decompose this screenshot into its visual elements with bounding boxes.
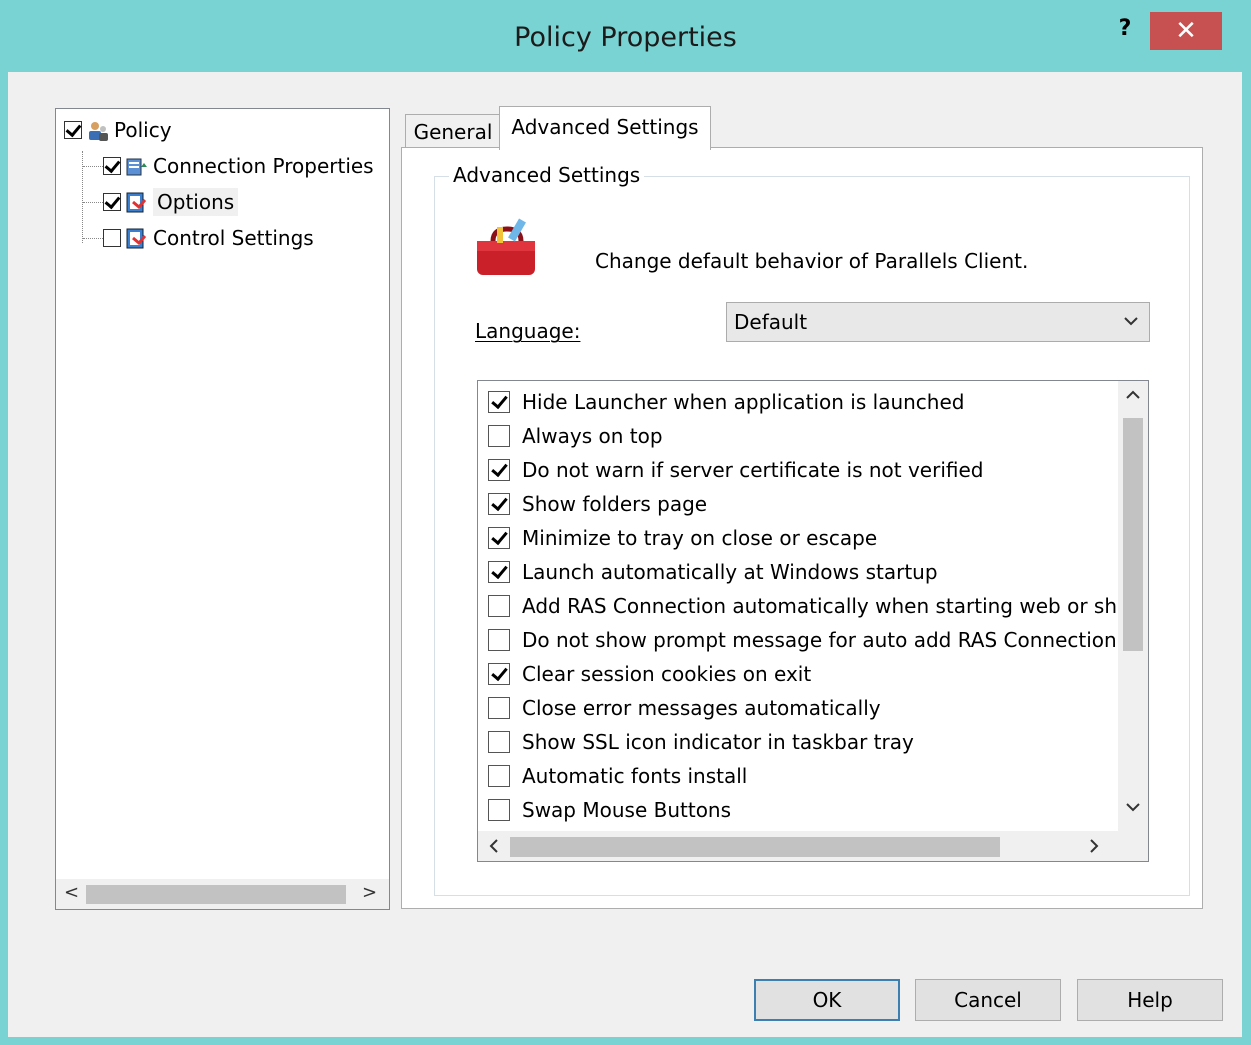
- control-settings-icon: [125, 227, 147, 249]
- cancel-button[interactable]: Cancel: [915, 979, 1061, 1021]
- option-row[interactable]: Swap Mouse Buttons: [488, 795, 731, 825]
- tree-checkbox[interactable]: [103, 229, 121, 247]
- scroll-down-icon[interactable]: [1125, 799, 1141, 820]
- option-row[interactable]: Add RAS Connection automatically when st…: [488, 591, 1137, 621]
- options-listbox[interactable]: Hide Launcher when application is launch…: [477, 380, 1149, 862]
- tree-item-options[interactable]: Options: [103, 187, 239, 217]
- option-label: Automatic fonts install: [522, 764, 748, 788]
- title-bar: Policy Properties ? ✕: [0, 0, 1251, 72]
- tree-item-label: Control Settings: [153, 226, 314, 250]
- tree-checkbox[interactable]: [103, 193, 121, 211]
- option-label: Clear session cookies on exit: [522, 662, 812, 686]
- option-checkbox[interactable]: [488, 731, 510, 753]
- option-checkbox[interactable]: [488, 527, 510, 549]
- option-checkbox[interactable]: [488, 799, 510, 821]
- scroll-left-icon[interactable]: <: [64, 882, 79, 903]
- option-row[interactable]: Hide Launcher when application is launch…: [488, 387, 964, 417]
- option-row[interactable]: Always on top: [488, 421, 663, 451]
- description-text: Change default behavior of Parallels Cli…: [595, 249, 1029, 273]
- tree-item-policy[interactable]: Policy: [64, 115, 172, 145]
- policy-user-icon: [86, 119, 108, 141]
- advanced-settings-group: Advanced Settings Change default behavio…: [434, 163, 1190, 896]
- option-row[interactable]: Do not show prompt message for auto add …: [488, 625, 1117, 655]
- tree-checkbox[interactable]: [103, 157, 121, 175]
- option-checkbox[interactable]: [488, 493, 510, 515]
- options-vertical-scrollbar[interactable]: [1118, 381, 1148, 831]
- option-label: Show folders page: [522, 492, 708, 516]
- ok-button[interactable]: OK: [754, 979, 900, 1021]
- dialog-window: Policy Properties ? ✕ Policy Connection …: [0, 0, 1251, 1045]
- option-row[interactable]: Close error messages automatically: [488, 693, 881, 723]
- option-label: Close error messages automatically: [522, 696, 881, 720]
- scrollbar-thumb[interactable]: [86, 885, 346, 904]
- language-label: Language:: [475, 319, 581, 343]
- option-row[interactable]: Automatic fonts install: [488, 761, 747, 791]
- scrollbar-thumb[interactable]: [1123, 418, 1143, 651]
- tab-general[interactable]: General: [405, 114, 501, 149]
- option-label: Hide Launcher when application is launch…: [522, 390, 965, 414]
- option-row[interactable]: Minimize to tray on close or escape: [488, 523, 877, 553]
- option-label: Do not show prompt message for auto add …: [522, 628, 1117, 652]
- option-label: Show SSL icon indicator in taskbar tray: [522, 730, 914, 754]
- dialog-client-area: Policy Connection Properties Options Con…: [8, 72, 1242, 1037]
- chevron-down-icon: [1123, 303, 1139, 353]
- tree-connector: [83, 202, 103, 203]
- tree-connector: [83, 238, 103, 239]
- tree-connector: [83, 166, 103, 167]
- option-checkbox[interactable]: [488, 663, 510, 685]
- option-label: Add RAS Connection automatically when st…: [522, 594, 1138, 618]
- option-row[interactable]: Show SSL icon indicator in taskbar tray: [488, 727, 914, 757]
- scroll-up-icon[interactable]: [1125, 387, 1141, 408]
- options-icon: [125, 191, 147, 213]
- scroll-right-icon[interactable]: >: [362, 882, 377, 903]
- tree-item-control-settings[interactable]: Control Settings: [103, 223, 314, 253]
- option-row[interactable]: Launch automatically at Windows startup: [488, 557, 938, 587]
- option-label: Launch automatically at Windows startup: [522, 560, 938, 584]
- option-checkbox[interactable]: [488, 595, 510, 617]
- scrollbar-corner: [1118, 831, 1148, 861]
- option-checkbox[interactable]: [488, 391, 510, 413]
- tree-item-label: Options: [153, 188, 239, 216]
- tree-horizontal-scrollbar[interactable]: < >: [56, 879, 389, 909]
- options-horizontal-scrollbar[interactable]: [478, 831, 1148, 861]
- tab-advanced-settings[interactable]: Advanced Settings: [499, 106, 711, 150]
- language-value: Default: [734, 310, 808, 334]
- option-checkbox[interactable]: [488, 425, 510, 447]
- option-label: Do not warn if server certificate is not…: [522, 458, 984, 482]
- connection-properties-icon: [125, 155, 147, 177]
- advanced-settings-panel: Advanced Settings Change default behavio…: [401, 147, 1203, 909]
- scrollbar-thumb[interactable]: [510, 837, 1000, 857]
- tree-item-connection-properties[interactable]: Connection Properties: [103, 151, 374, 181]
- policy-tree[interactable]: Policy Connection Properties Options Con…: [55, 108, 390, 910]
- option-checkbox[interactable]: [488, 459, 510, 481]
- tree-item-label: Policy: [114, 118, 172, 142]
- tree-checkbox[interactable]: [64, 121, 82, 139]
- option-label: Minimize to tray on close or escape: [522, 526, 878, 550]
- help-icon[interactable]: ?: [1105, 12, 1145, 46]
- option-label: Swap Mouse Buttons: [522, 798, 732, 822]
- group-label: Advanced Settings: [449, 163, 645, 187]
- toolbox-icon: [473, 217, 543, 286]
- option-row[interactable]: Show folders page: [488, 489, 707, 519]
- option-checkbox[interactable]: [488, 765, 510, 787]
- window-title: Policy Properties: [514, 22, 737, 53]
- tree-item-label: Connection Properties: [153, 154, 374, 178]
- language-select[interactable]: Default: [726, 302, 1150, 342]
- close-button[interactable]: ✕: [1150, 12, 1222, 50]
- option-row[interactable]: Do not warn if server certificate is not…: [488, 455, 983, 485]
- option-checkbox[interactable]: [488, 561, 510, 583]
- scroll-left-icon[interactable]: [486, 837, 502, 860]
- tree-connector: [82, 151, 83, 243]
- option-checkbox[interactable]: [488, 697, 510, 719]
- option-row[interactable]: Clear session cookies on exit: [488, 659, 811, 689]
- option-label: Always on top: [522, 424, 663, 448]
- option-checkbox[interactable]: [488, 629, 510, 651]
- help-button[interactable]: Help: [1077, 979, 1223, 1021]
- scroll-right-icon[interactable]: [1086, 837, 1102, 860]
